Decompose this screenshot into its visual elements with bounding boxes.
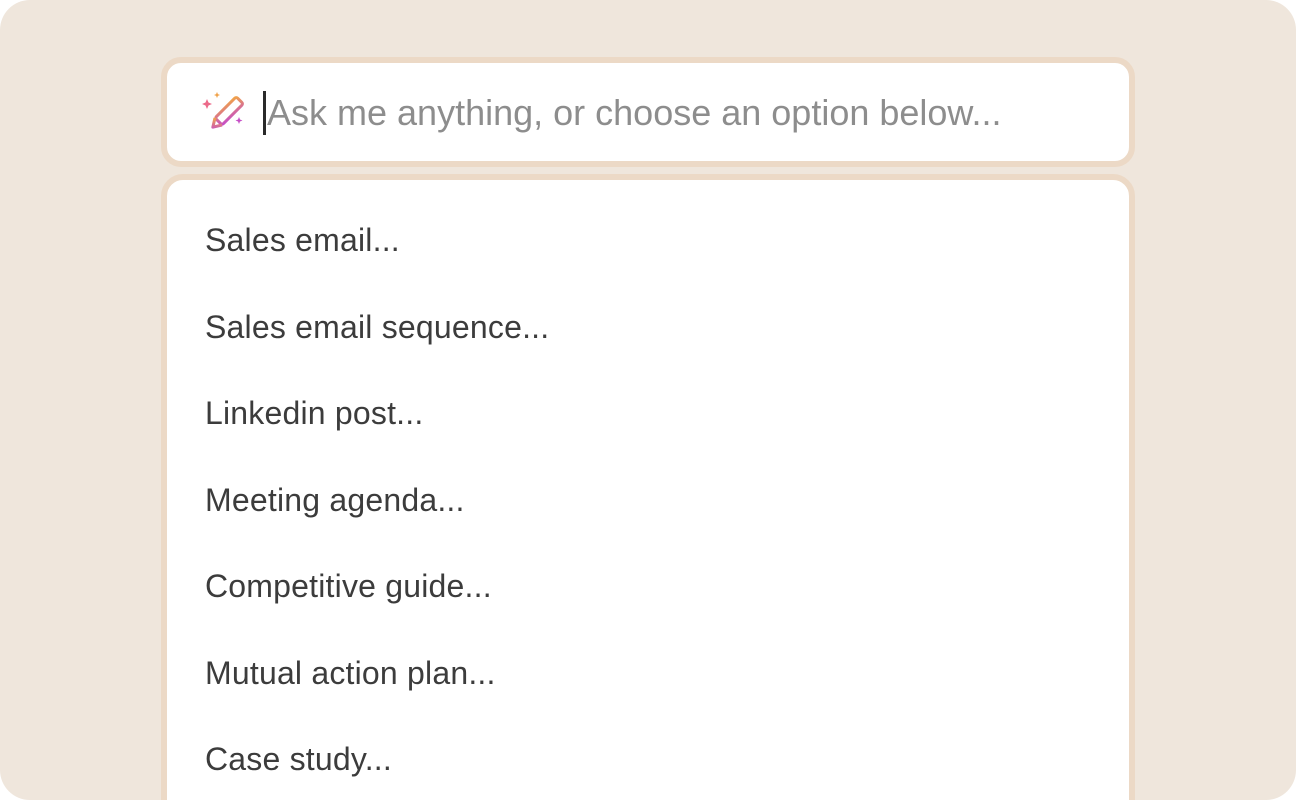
menu-item-sales-email[interactable]: Sales email... (205, 210, 1085, 270)
menu-item-case-study[interactable]: Case study... (205, 729, 1085, 789)
menu-item-sales-email-sequence[interactable]: Sales email sequence... (205, 297, 1085, 357)
sparkle-pencil-icon (201, 91, 247, 137)
ai-prompt-box[interactable] (161, 57, 1135, 167)
menu-item-mutual-action-plan[interactable]: Mutual action plan... (205, 643, 1085, 703)
app-frame: Sales email... Sales email sequence... L… (0, 0, 1296, 800)
suggestion-menu: Sales email... Sales email sequence... L… (161, 174, 1135, 800)
menu-item-linkedin-post[interactable]: Linkedin post... (205, 383, 1085, 443)
ai-prompt-input[interactable] (267, 83, 1107, 143)
menu-item-meeting-agenda[interactable]: Meeting agenda... (205, 470, 1085, 530)
text-caret (263, 91, 266, 135)
menu-item-competitive-guide[interactable]: Competitive guide... (205, 556, 1085, 616)
